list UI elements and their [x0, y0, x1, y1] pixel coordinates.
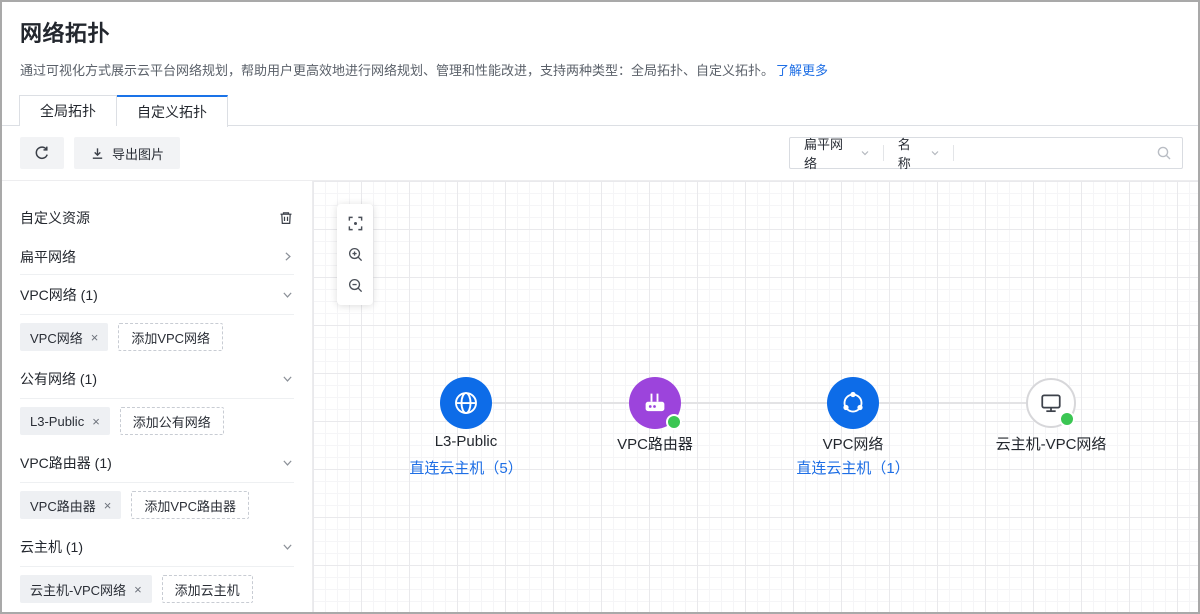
- network-share-icon: [838, 388, 868, 418]
- sidebar-title-row: 自定义资源: [20, 203, 294, 233]
- section-tags-vpc-network: VPC网络 × 添加VPC网络: [20, 323, 294, 351]
- chevron-down-icon: [929, 147, 941, 159]
- custom-resource-sidebar: 自定义资源 扁平网络 VPC网络 (1): [2, 181, 313, 614]
- remove-tag-icon[interactable]: ×: [92, 414, 100, 429]
- refresh-button[interactable]: [20, 137, 64, 169]
- export-image-label: 导出图片: [112, 144, 164, 163]
- public-network-node-icon[interactable]: [440, 377, 492, 429]
- section-header-label: VPC网络 (1): [20, 285, 98, 305]
- toolbar: 导出图片 扁平网络 名称: [2, 126, 1198, 180]
- search-group: 扁平网络 名称: [789, 137, 1183, 169]
- sidebar-title: 自定义资源: [20, 208, 90, 228]
- page-description: 通过可视化方式展示云平台网络规划，帮助用户更高效地进行网络规划、管理和性能改进，…: [20, 60, 1180, 79]
- router-icon: [640, 388, 670, 418]
- search-icon: [1156, 145, 1172, 161]
- search-button[interactable]: [1146, 145, 1182, 161]
- content-area: 自定义资源 扁平网络 VPC网络 (1): [2, 180, 1198, 614]
- tag-label: VPC网络: [30, 328, 83, 347]
- section-header-label: VPC路由器 (1): [20, 453, 112, 473]
- section-tags-public-network: L3-Public × 添加公有网络: [20, 407, 294, 435]
- search-input[interactable]: [954, 139, 1146, 167]
- page-description-text: 通过可视化方式展示云平台网络规划，帮助用户更高效地进行网络规划、管理和性能改进，…: [20, 63, 774, 78]
- status-running-dot: [1059, 411, 1075, 427]
- sidebar-section-vpc-network[interactable]: VPC网络 (1): [20, 275, 294, 315]
- refresh-icon: [34, 145, 50, 161]
- fit-view-button[interactable]: [337, 208, 373, 239]
- chevron-down-icon: [281, 372, 294, 385]
- connected-vm-link[interactable]: 直连云主机（1）: [743, 457, 963, 478]
- zoom-out-button[interactable]: [337, 270, 373, 301]
- remove-tag-icon[interactable]: ×: [134, 582, 142, 597]
- add-vpc-network-button[interactable]: 添加VPC网络: [118, 323, 223, 351]
- sidebar-section-public-network[interactable]: 公有网络 (1): [20, 359, 294, 399]
- node-label: L3-Public: [356, 433, 576, 450]
- tag-vm-vpc-network[interactable]: 云主机-VPC网络 ×: [20, 575, 152, 603]
- zoom-in-button[interactable]: [337, 239, 373, 270]
- vm-instance-node-icon[interactable]: [1026, 378, 1076, 428]
- tag-label: VPC路由器: [30, 496, 96, 515]
- vpc-network-node-icon[interactable]: [827, 377, 879, 429]
- chevron-down-icon: [281, 288, 294, 301]
- vpc-router-node-icon[interactable]: [629, 377, 681, 429]
- sidebar-item-flat-network[interactable]: 扁平网络: [20, 239, 294, 275]
- page-header: 网络拓扑 通过可视化方式展示云平台网络规划，帮助用户更高效地进行网络规划、管理和…: [2, 2, 1198, 79]
- canvas-zoom-panel: [337, 204, 373, 305]
- chevron-down-icon: [859, 147, 871, 159]
- download-icon: [90, 146, 105, 161]
- status-running-dot: [666, 414, 682, 430]
- chevron-right-icon: [281, 250, 294, 263]
- sidebar-section-vm-instance[interactable]: 云主机 (1): [20, 527, 294, 567]
- connected-vm-link[interactable]: 直连云主机（5）: [356, 457, 576, 478]
- topology-tabbar: 全局拓扑 自定义拓扑: [2, 95, 1198, 126]
- page-title: 网络拓扑: [20, 16, 1180, 48]
- globe-icon: [451, 388, 481, 418]
- tag-vpc-router[interactable]: VPC路由器 ×: [20, 491, 121, 519]
- tab-custom-topology[interactable]: 自定义拓扑: [117, 95, 228, 127]
- resource-type-value: 扁平网络: [804, 134, 849, 172]
- chevron-down-icon: [281, 540, 294, 553]
- node-label: VPC网络: [743, 433, 963, 454]
- add-public-network-button[interactable]: 添加公有网络: [120, 407, 224, 435]
- resource-type-select[interactable]: 扁平网络: [790, 134, 883, 172]
- chevron-down-icon: [281, 456, 294, 469]
- topology-edge: [466, 402, 1051, 404]
- tag-l3-public[interactable]: L3-Public ×: [20, 407, 110, 435]
- section-header-label: 公有网络 (1): [20, 369, 97, 389]
- tab-global-topology[interactable]: 全局拓扑: [19, 95, 117, 126]
- search-field-select[interactable]: 名称: [884, 134, 953, 172]
- remove-tag-icon[interactable]: ×: [104, 498, 112, 513]
- add-vpc-router-button[interactable]: 添加VPC路由器: [131, 491, 249, 519]
- trash-icon[interactable]: [278, 210, 294, 226]
- flat-network-label: 扁平网络: [20, 247, 76, 267]
- section-header-label: 云主机 (1): [20, 537, 83, 557]
- section-tags-vpc-router: VPC路由器 × 添加VPC路由器: [20, 491, 294, 519]
- tag-vpc-network[interactable]: VPC网络 ×: [20, 323, 108, 351]
- network-topology-page: 网络拓扑 通过可视化方式展示云平台网络规划，帮助用户更高效地进行网络规划、管理和…: [0, 0, 1200, 614]
- tag-label: L3-Public: [30, 414, 84, 429]
- tag-label: 云主机-VPC网络: [30, 580, 126, 599]
- topology-canvas[interactable]: L3-Public 直连云主机（5） VPC路由器: [313, 181, 1198, 614]
- sidebar-section-vpc-router[interactable]: VPC路由器 (1): [20, 443, 294, 483]
- search-field-value: 名称: [898, 134, 919, 172]
- export-image-button[interactable]: 导出图片: [74, 137, 180, 169]
- remove-tag-icon[interactable]: ×: [91, 330, 99, 345]
- node-label: 云主机-VPC网络: [941, 433, 1161, 454]
- section-tags-vm-instance: 云主机-VPC网络 × 添加云主机: [20, 575, 294, 603]
- add-vm-instance-button[interactable]: 添加云主机: [162, 575, 253, 603]
- learn-more-link[interactable]: 了解更多: [776, 63, 828, 78]
- node-label: VPC路由器: [545, 433, 765, 454]
